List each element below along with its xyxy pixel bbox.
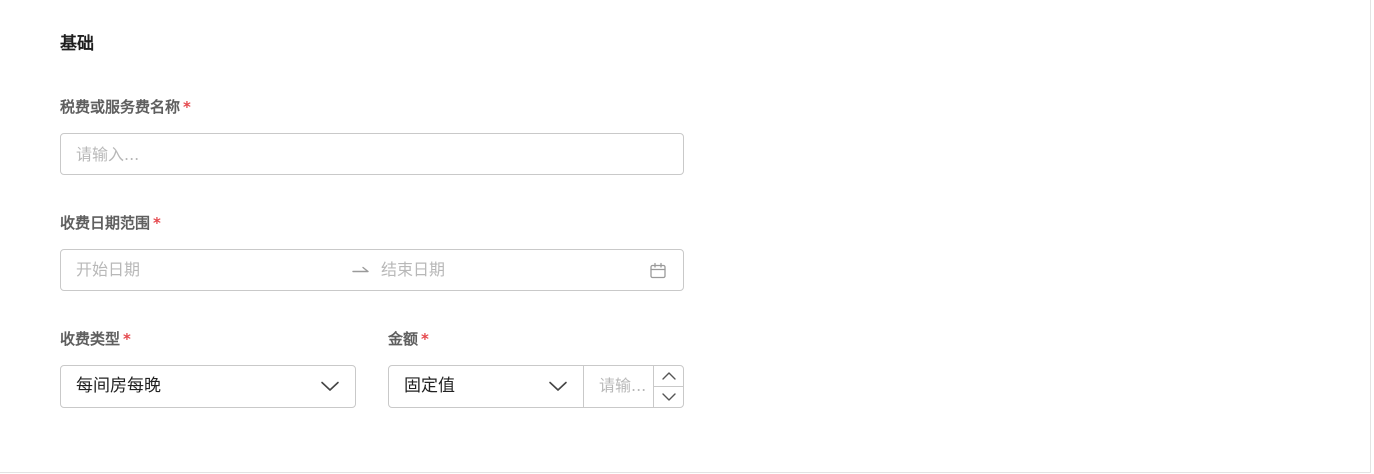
chevron-down-icon — [549, 381, 567, 391]
start-date-input[interactable]: 开始日期 — [76, 260, 140, 280]
calendar-icon[interactable] — [649, 262, 667, 280]
required-mark: * — [153, 214, 161, 232]
panel-border-right — [1370, 0, 1371, 472]
tax-name-label: 税费或服务费名称 * — [60, 97, 191, 117]
settings-panel: 基础 税费或服务费名称* 收费日期范围* 开始日期 结束日期 收费类型* 每间房… — [0, 0, 1374, 474]
end-date-input[interactable]: 结束日期 — [381, 260, 445, 280]
amount-label-text: 金额 — [388, 330, 419, 348]
amount-type-selected-value: 固定值 — [404, 376, 455, 396]
required-mark: * — [123, 330, 131, 348]
required-mark: * — [183, 98, 191, 116]
chevron-down-icon — [321, 381, 339, 391]
amount-type-select[interactable]: 固定值 — [389, 366, 583, 407]
charge-type-label-text: 收费类型 — [60, 330, 121, 348]
date-range-label-text: 收费日期范围 — [60, 214, 151, 232]
required-mark: * — [421, 330, 429, 348]
section-title: 基础 — [60, 34, 94, 54]
amount-label: 金额 * — [388, 329, 429, 349]
arrow-right-icon — [352, 266, 369, 273]
date-range-picker[interactable]: 开始日期 结束日期 — [60, 249, 684, 291]
chevron-down-icon — [662, 393, 676, 401]
decrement-button[interactable] — [654, 387, 683, 407]
tax-name-label-text: 税费或服务费名称 — [60, 98, 181, 116]
charge-type-selected-value: 每间房每晚 — [76, 376, 161, 396]
charge-type-label: 收费类型 * — [60, 329, 131, 349]
charge-type-select[interactable]: 每间房每晚 — [60, 365, 356, 408]
panel-border-bottom — [0, 472, 1371, 473]
amount-value-input[interactable]: 请输... — [599, 376, 646, 396]
tax-name-field — [60, 133, 684, 175]
chevron-up-icon — [662, 372, 676, 380]
tax-name-input[interactable] — [61, 134, 683, 174]
amount-divider — [583, 366, 584, 407]
date-range-label: 收费日期范围 * — [60, 213, 161, 233]
increment-button[interactable] — [654, 366, 683, 386]
amount-group: 固定值 请输... — [388, 365, 684, 408]
